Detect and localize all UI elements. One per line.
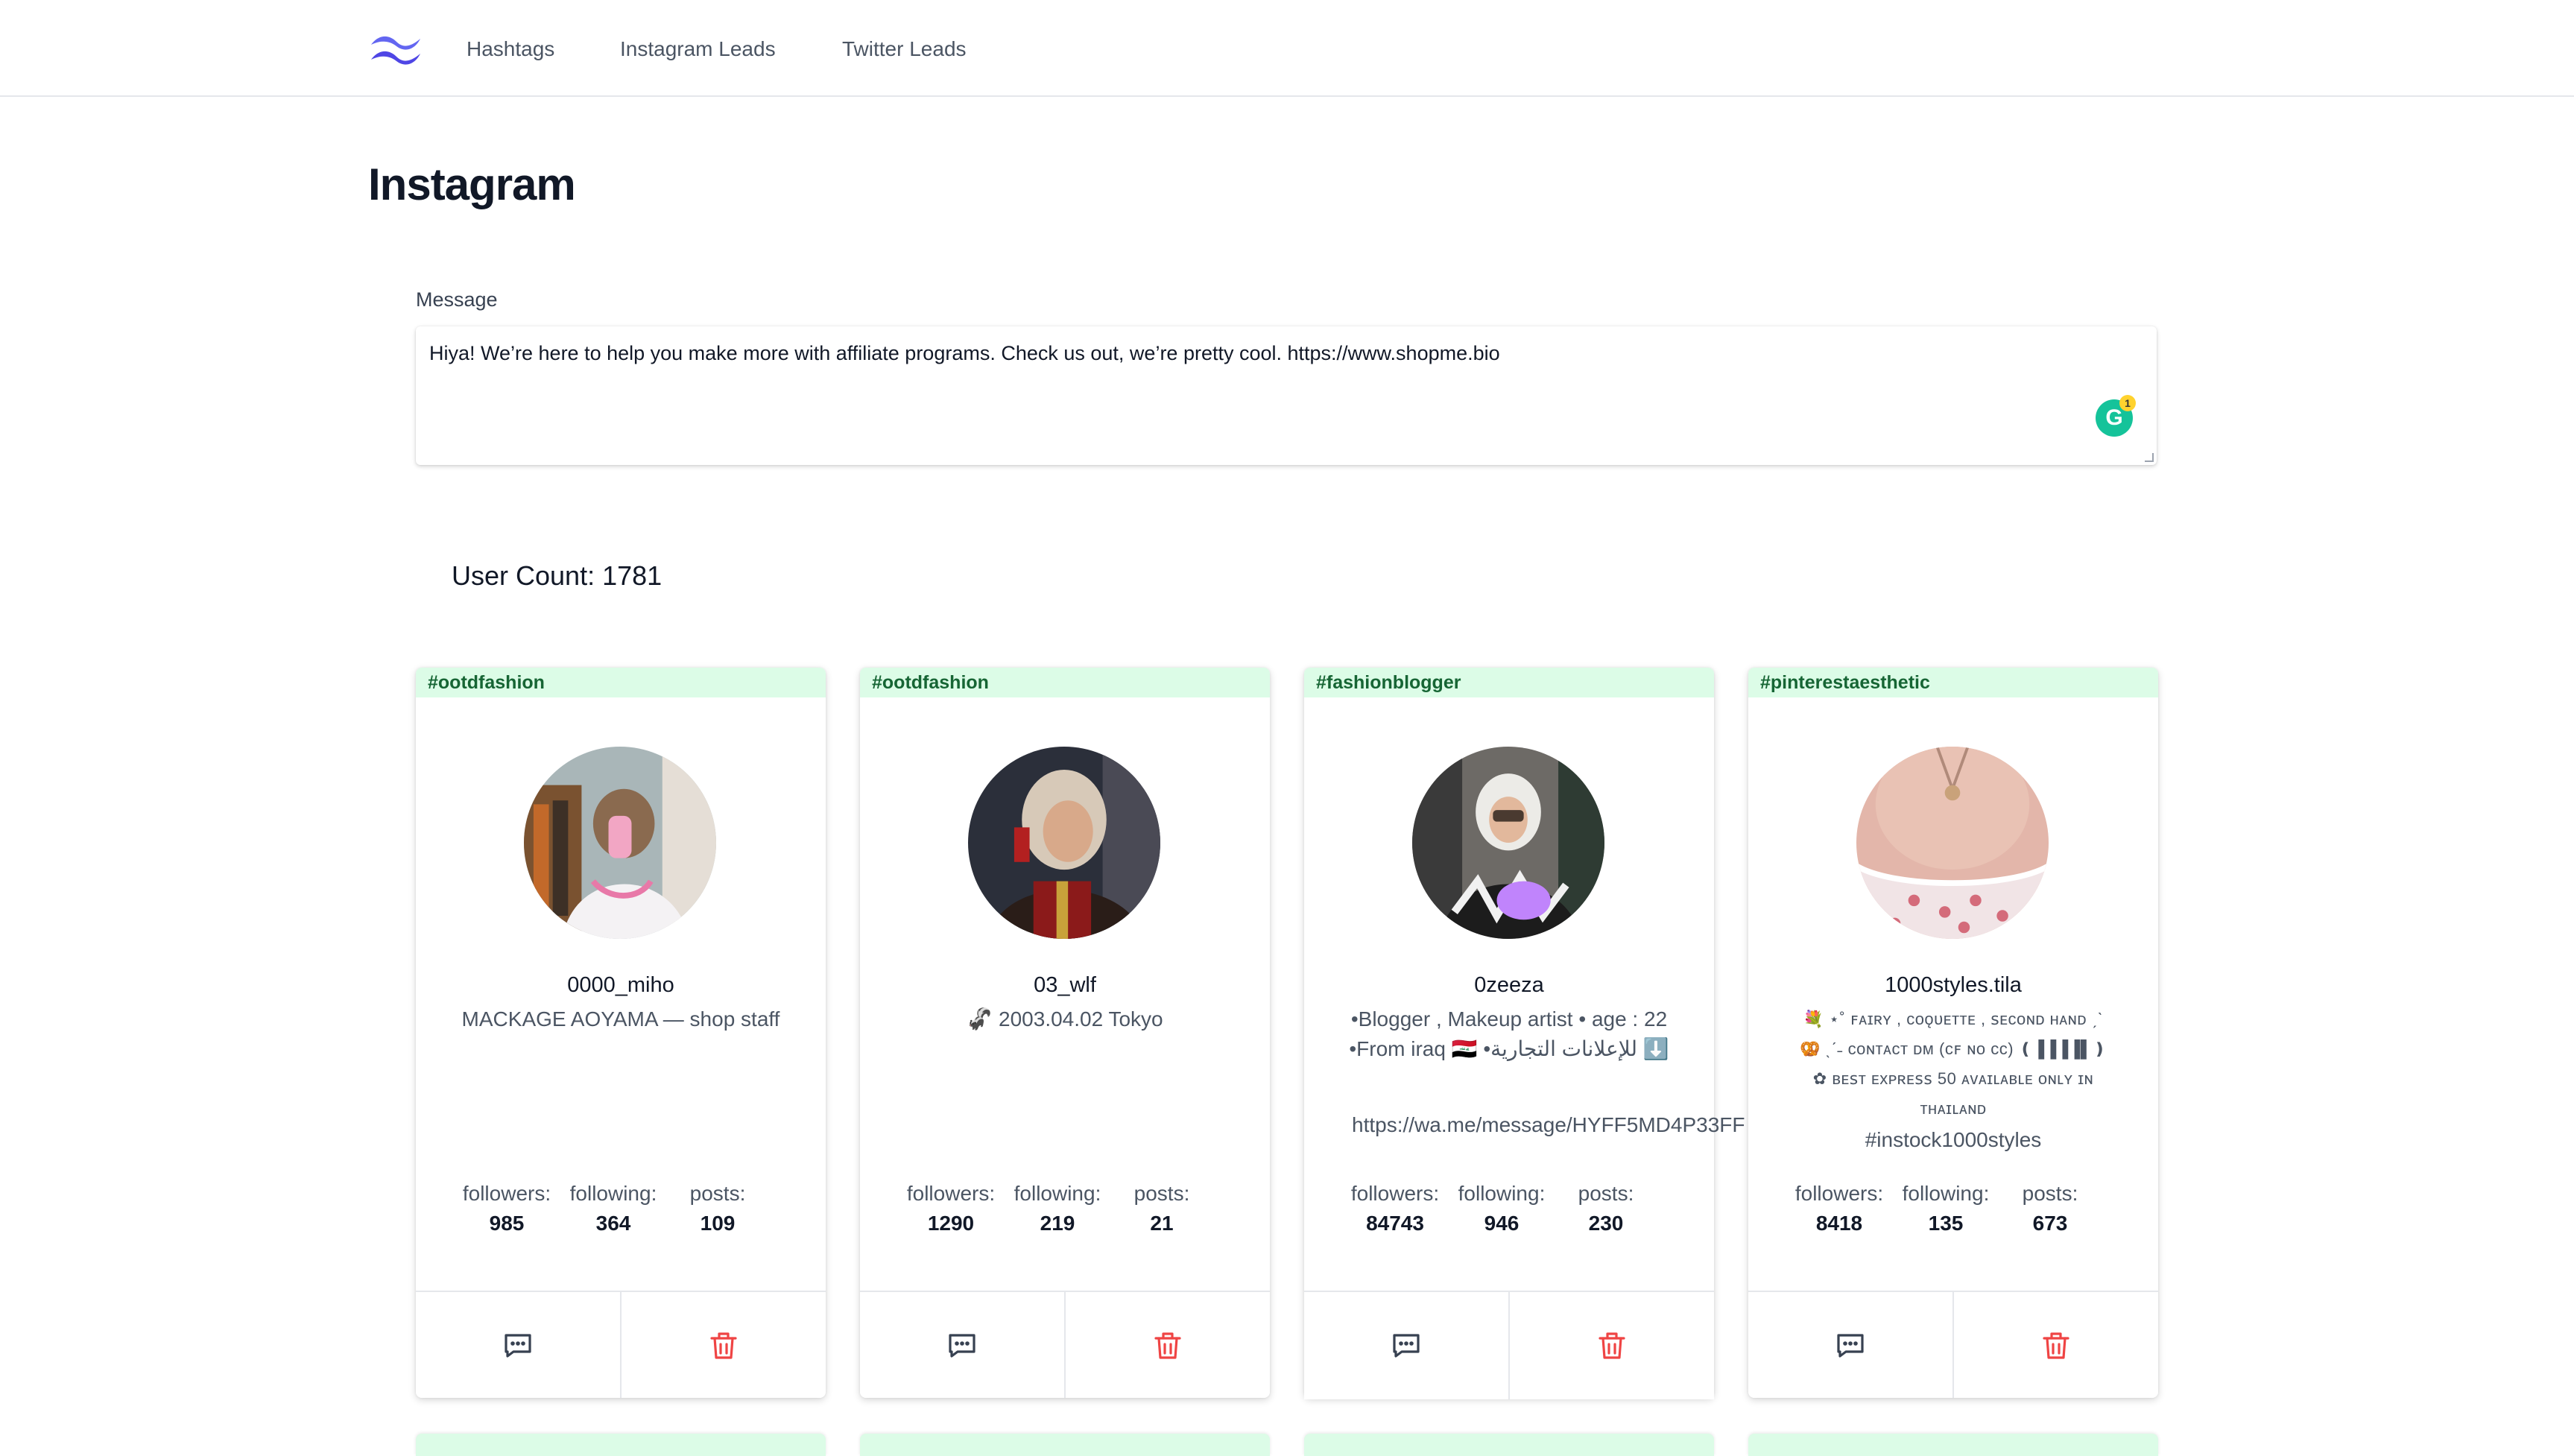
message-text[interactable]: Hiya! We’re here to help you make more w… xyxy=(429,338,1500,368)
posts-value: 21 xyxy=(1150,1212,1174,1235)
message-button[interactable] xyxy=(1748,1292,1954,1398)
following-stat: following: 219 xyxy=(1005,1179,1110,1238)
username: 0zeeza xyxy=(1474,973,1544,997)
posts-value: 230 xyxy=(1588,1212,1624,1235)
user-card: #ootdfashion 03_wlf 🦨 2003.04.02 Tokyo f… xyxy=(860,668,1270,1398)
following-label: following: xyxy=(569,1182,657,1205)
chat-bubble-icon xyxy=(1837,1334,1864,1358)
resize-handle[interactable] xyxy=(2145,453,2154,462)
following-label: following: xyxy=(1014,1182,1101,1205)
chat-bubble-icon xyxy=(1393,1334,1420,1358)
username: 1000styles.tila xyxy=(1885,973,2022,997)
card-actions xyxy=(1748,1291,2158,1398)
posts-label: posts: xyxy=(1133,1182,1190,1205)
card-actions xyxy=(860,1291,1270,1398)
posts-stat: posts: 230 xyxy=(1554,1179,1658,1238)
user-card: #pinterestaesthetic 1000styles.tila 💐 ⋆˚… xyxy=(1748,668,2158,1398)
hashtag-tag: #pinterestaesthetic xyxy=(1748,668,2158,697)
posts-label: posts: xyxy=(2022,1182,2078,1205)
following-value: 219 xyxy=(1040,1212,1075,1235)
hashtag-tag: #ootdfashion xyxy=(416,668,826,697)
delete-button[interactable] xyxy=(1510,1292,1714,1399)
top-navigation: Hashtags Instagram Leads Twitter Leads xyxy=(0,0,2574,97)
delete-button[interactable] xyxy=(1954,1292,2158,1398)
chat-bubble-icon xyxy=(949,1334,975,1358)
next-card-peek xyxy=(416,1434,826,1456)
next-card-peek xyxy=(1748,1434,2158,1456)
posts-stat: posts: 109 xyxy=(665,1179,770,1238)
followers-label: followers: xyxy=(462,1182,551,1205)
bio: 🦨 2003.04.02 Tokyo xyxy=(967,1007,1163,1031)
bio-hashtag: #instock1000styles xyxy=(1865,1128,2042,1151)
stats: followers: 8418 following: 135 posts: 67… xyxy=(1748,1179,2158,1246)
nav-link-twitter-leads[interactable]: Twitter Leads xyxy=(842,34,967,64)
message-button[interactable] xyxy=(860,1292,1066,1398)
followers-stat: followers: 84743 xyxy=(1343,1179,1447,1238)
bio: MACKAGE AOYAMA — shop staff xyxy=(461,1007,780,1031)
posts-value: 109 xyxy=(700,1212,736,1235)
posts-stat: posts: 673 xyxy=(1998,1179,2102,1238)
trash-icon xyxy=(1599,1332,1625,1359)
logo-icon[interactable] xyxy=(368,31,425,66)
message-textarea[interactable]: Hiya! We’re here to help you make more w… xyxy=(416,326,2157,465)
page-title: Instagram xyxy=(368,159,576,209)
avatar[interactable] xyxy=(524,747,716,939)
delete-button[interactable] xyxy=(622,1292,826,1398)
following-stat: following: 364 xyxy=(561,1179,665,1238)
stats: followers: 985 following: 364 posts: 109 xyxy=(416,1179,826,1246)
user-card: #ootdfashion 0000_miho MACKAGE AOYAMA — … xyxy=(416,668,826,1398)
followers-value: 1290 xyxy=(927,1212,975,1235)
followers-stat: followers: 985 xyxy=(455,1179,559,1238)
message-label: Message xyxy=(416,288,498,311)
posts-label: posts: xyxy=(689,1182,746,1205)
followers-value: 985 xyxy=(489,1212,525,1235)
username: 0000_miho xyxy=(567,973,674,997)
avatar[interactable] xyxy=(968,747,1160,939)
followers-value: 84743 xyxy=(1366,1212,1424,1235)
followers-label: followers: xyxy=(1794,1182,1884,1205)
hashtag-tag: #fashionblogger xyxy=(1304,668,1714,697)
bio-link[interactable]: https://wa.me/message/HYFF5MD4P33FF xyxy=(1352,1110,1745,1140)
following-value: 364 xyxy=(595,1212,631,1235)
following-value: 946 xyxy=(1484,1212,1520,1235)
followers-stat: followers: 8418 xyxy=(1787,1179,1891,1238)
next-card-peek xyxy=(860,1434,1270,1456)
user-count: User Count: 1781 xyxy=(452,560,663,591)
user-card: #fashionblogger 0zeeza •Blogger , Makeup… xyxy=(1304,668,1745,1399)
avatar[interactable] xyxy=(1856,747,2049,939)
followers-label: followers: xyxy=(1350,1182,1440,1205)
following-value: 135 xyxy=(1928,1212,1964,1235)
next-card-peek xyxy=(1304,1434,1714,1456)
followers-value: 8418 xyxy=(1815,1212,1863,1235)
avatar[interactable] xyxy=(1412,747,1604,939)
trash-icon xyxy=(710,1332,737,1359)
hashtag-tag: #ootdfashion xyxy=(860,668,1270,697)
posts-value: 673 xyxy=(2032,1212,2068,1235)
bio: 💐 ⋆˚ ꜰᴀɪʀʏ , ᴄᴏǫᴜᴇᴛᴛᴇ , ꜱᴇᴄᴏɴᴅ ʜᴀɴᴅ ˏˋ🥨 … xyxy=(1799,1010,2107,1118)
posts-label: posts: xyxy=(1578,1182,1634,1205)
card-actions xyxy=(1304,1291,1714,1399)
following-label: following: xyxy=(1902,1182,1990,1205)
card-actions xyxy=(416,1291,826,1398)
following-stat: following: 135 xyxy=(1894,1179,1998,1238)
trash-icon xyxy=(2043,1332,2069,1359)
nav-link-hashtags[interactable]: Hashtags xyxy=(467,34,554,64)
grammarly-badge: 1 xyxy=(2119,395,2136,411)
delete-button[interactable] xyxy=(1066,1292,1270,1398)
following-stat: following: 946 xyxy=(1449,1179,1554,1238)
trash-icon xyxy=(1154,1332,1181,1359)
nav-link-instagram-leads[interactable]: Instagram Leads xyxy=(620,34,776,64)
posts-stat: posts: 21 xyxy=(1110,1179,1214,1238)
followers-stat: followers: 1290 xyxy=(899,1179,1003,1238)
following-label: following: xyxy=(1458,1182,1546,1205)
message-button[interactable] xyxy=(1304,1292,1510,1399)
chat-bubble-icon xyxy=(505,1334,531,1358)
message-button[interactable] xyxy=(416,1292,622,1398)
followers-label: followers: xyxy=(906,1182,996,1205)
stats: followers: 84743 following: 946 posts: 2… xyxy=(1304,1179,1714,1246)
stats: followers: 1290 following: 219 posts: 21 xyxy=(860,1179,1270,1246)
grammarly-icon[interactable]: G 1 xyxy=(2096,395,2136,437)
bio: •Blogger , Makeup artist • age : 22 •Fro… xyxy=(1349,1007,1669,1060)
username: 03_wlf xyxy=(1034,973,1096,997)
